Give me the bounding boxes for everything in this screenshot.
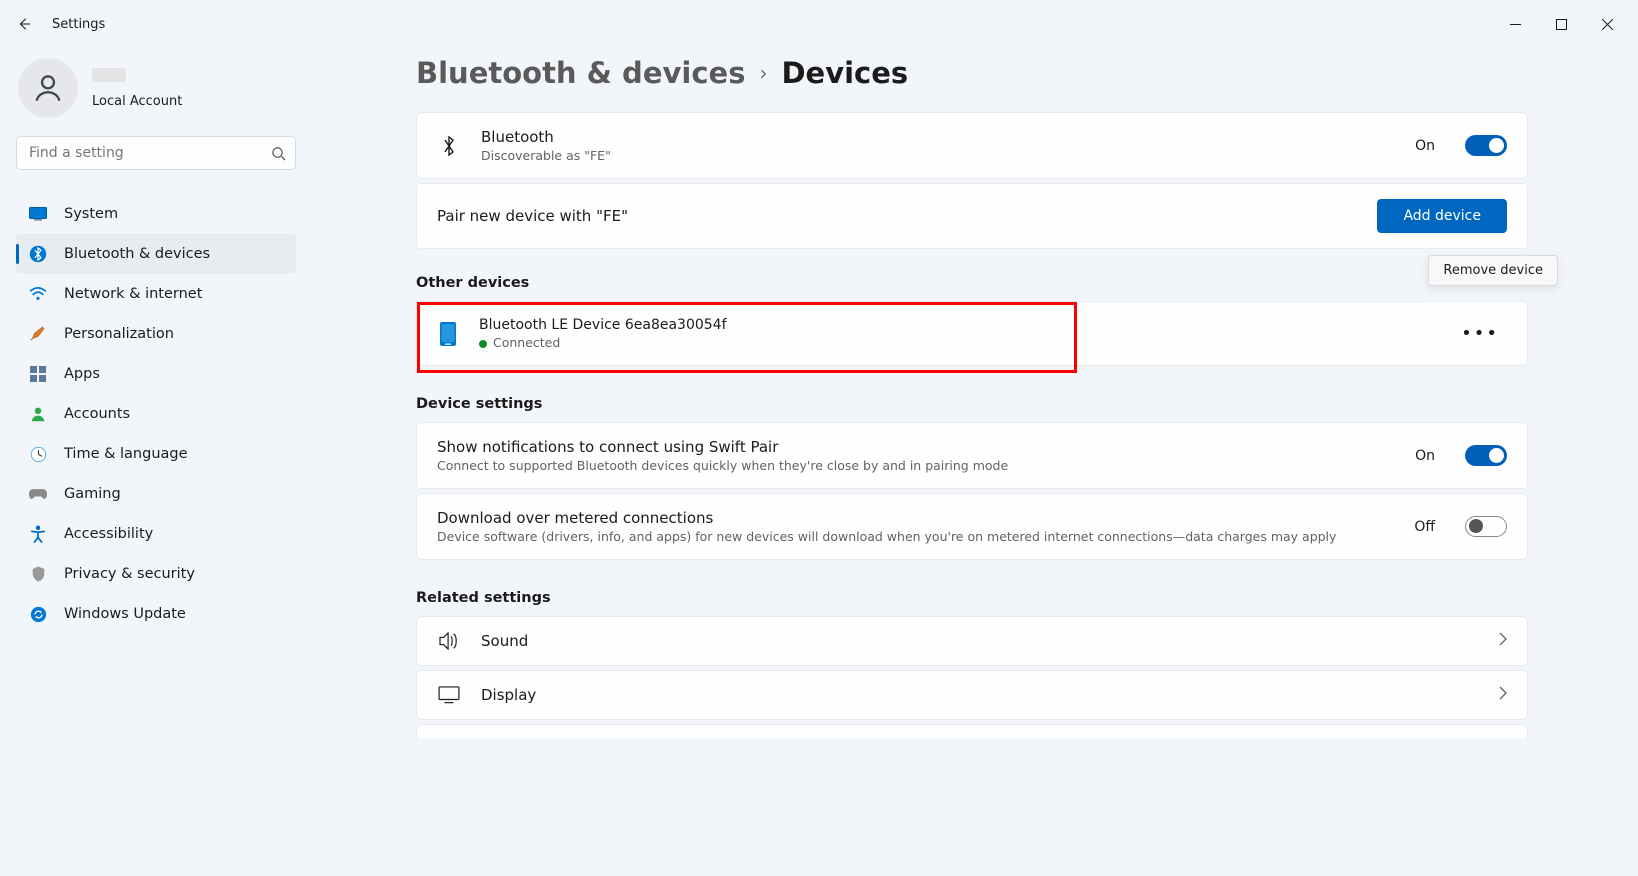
system-icon bbox=[28, 204, 48, 224]
breadcrumb-current: Devices bbox=[781, 56, 908, 90]
monitor-icon bbox=[437, 686, 461, 704]
bluetooth-icon bbox=[28, 244, 48, 264]
bluetooth-icon bbox=[437, 135, 461, 157]
sidebar: Local Account System Bluetooth & devices… bbox=[0, 48, 310, 876]
section-device-settings: Device settings bbox=[416, 396, 1528, 412]
phone-icon bbox=[437, 321, 459, 347]
sound-label: Sound bbox=[481, 632, 1479, 650]
person-icon bbox=[28, 404, 48, 424]
close-button[interactable] bbox=[1584, 8, 1630, 40]
search-input[interactable] bbox=[17, 145, 261, 161]
breadcrumb: Bluetooth & devices › Devices bbox=[416, 56, 1528, 90]
brush-icon bbox=[28, 324, 48, 344]
section-other-devices: Other devices bbox=[416, 275, 1528, 291]
metered-sub: Device software (drivers, info, and apps… bbox=[437, 529, 1394, 544]
swift-pair-title: Show notifications to connect using Swif… bbox=[437, 438, 1395, 456]
nav-item-system[interactable]: System bbox=[16, 194, 296, 234]
nav-label: Gaming bbox=[64, 486, 121, 502]
metered-card: Download over metered connections Device… bbox=[416, 493, 1528, 560]
nav-label: Accessibility bbox=[64, 526, 153, 542]
nav-label: Personalization bbox=[64, 326, 174, 342]
remove-device-tooltip: Remove device bbox=[1428, 255, 1558, 286]
sound-link-card[interactable]: Sound bbox=[416, 616, 1528, 666]
speaker-icon bbox=[437, 632, 461, 650]
nav-item-privacy[interactable]: Privacy & security bbox=[16, 554, 296, 594]
breadcrumb-parent[interactable]: Bluetooth & devices bbox=[416, 56, 745, 90]
bluetooth-sub: Discoverable as "FE" bbox=[481, 148, 1395, 163]
nav-item-accessibility[interactable]: Accessibility bbox=[16, 514, 296, 554]
back-button[interactable] bbox=[8, 8, 40, 40]
nav-item-accounts[interactable]: Accounts bbox=[16, 394, 296, 434]
chevron-right-icon: › bbox=[759, 61, 767, 85]
nav-label: Accounts bbox=[64, 406, 130, 422]
profile-name-redacted bbox=[92, 68, 126, 82]
titlebar: Settings bbox=[0, 0, 1638, 48]
avatar bbox=[18, 58, 78, 118]
chevron-right-icon bbox=[1499, 686, 1507, 704]
bluetooth-state: On bbox=[1415, 138, 1435, 154]
nav-label: System bbox=[64, 206, 118, 222]
shield-icon bbox=[28, 564, 48, 584]
swift-pair-state: On bbox=[1415, 448, 1435, 464]
nav-item-update[interactable]: Windows Update bbox=[16, 594, 296, 634]
nav-item-bluetooth[interactable]: Bluetooth & devices bbox=[16, 234, 296, 274]
display-label: Display bbox=[481, 686, 1479, 704]
search-box[interactable] bbox=[16, 136, 296, 170]
section-related-settings: Related settings bbox=[416, 590, 1528, 606]
device-name: Bluetooth LE Device 6ea8ea30054f bbox=[479, 317, 1433, 333]
device-status: Connected bbox=[479, 335, 1433, 350]
chevron-right-icon bbox=[1499, 632, 1507, 650]
clock-icon bbox=[28, 444, 48, 464]
nav-label: Windows Update bbox=[64, 606, 186, 622]
device-card[interactable]: Bluetooth LE Device 6ea8ea30054f Connect… bbox=[416, 301, 1528, 366]
bluetooth-title: Bluetooth bbox=[481, 128, 1395, 146]
display-link-card[interactable]: Display bbox=[416, 670, 1528, 720]
accessibility-icon bbox=[28, 524, 48, 544]
maximize-button[interactable] bbox=[1538, 8, 1584, 40]
profile-block[interactable]: Local Account bbox=[16, 54, 294, 136]
wifi-icon bbox=[28, 284, 48, 304]
nav-label: Network & internet bbox=[64, 286, 202, 302]
nav-label: Bluetooth & devices bbox=[64, 246, 210, 262]
nav-item-apps[interactable]: Apps bbox=[16, 354, 296, 394]
swift-pair-card: Show notifications to connect using Swif… bbox=[416, 422, 1528, 489]
nav-item-network[interactable]: Network & internet bbox=[16, 274, 296, 314]
profile-subtitle: Local Account bbox=[92, 94, 182, 109]
nav-item-personalization[interactable]: Personalization bbox=[16, 314, 296, 354]
metered-state: Off bbox=[1414, 519, 1435, 535]
minimize-button[interactable] bbox=[1492, 8, 1538, 40]
nav-label: Apps bbox=[64, 366, 100, 382]
window-title: Settings bbox=[52, 17, 105, 32]
main-content: Bluetooth & devices › Devices Bluetooth … bbox=[310, 48, 1638, 876]
bluetooth-toggle[interactable] bbox=[1465, 135, 1507, 156]
nav-item-gaming[interactable]: Gaming bbox=[16, 474, 296, 514]
nav-item-time[interactable]: Time & language bbox=[16, 434, 296, 474]
partial-card[interactable] bbox=[416, 724, 1528, 738]
metered-title: Download over metered connections bbox=[437, 509, 1394, 527]
bluetooth-toggle-card: Bluetooth Discoverable as "FE" On bbox=[416, 112, 1528, 179]
nav-label: Privacy & security bbox=[64, 566, 195, 582]
apps-icon bbox=[28, 364, 48, 384]
update-icon bbox=[28, 604, 48, 624]
search-icon bbox=[261, 146, 295, 161]
gaming-icon bbox=[28, 484, 48, 504]
swift-pair-toggle[interactable] bbox=[1465, 445, 1507, 466]
nav-label: Time & language bbox=[64, 446, 188, 462]
metered-toggle[interactable] bbox=[1465, 516, 1507, 537]
swift-pair-sub: Connect to supported Bluetooth devices q… bbox=[437, 458, 1395, 473]
pair-text: Pair new device with "FE" bbox=[437, 207, 1357, 225]
add-device-button[interactable]: Add device bbox=[1377, 199, 1507, 233]
device-more-button[interactable]: ••• bbox=[1453, 319, 1507, 348]
nav-list: System Bluetooth & devices Network & int… bbox=[16, 194, 296, 634]
pair-device-card: Pair new device with "FE" Add device bbox=[416, 183, 1528, 249]
